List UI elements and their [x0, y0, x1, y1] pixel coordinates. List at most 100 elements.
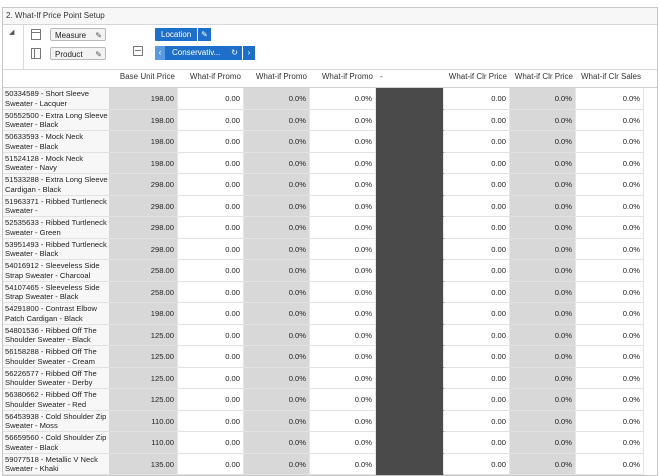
column-header[interactable]: What-if Clr Price [510, 69, 576, 87]
table-cell[interactable]: 0.00 [178, 453, 244, 475]
table-cell[interactable]: 0.00 [444, 238, 510, 260]
column-header[interactable]: What-if Clr Sales [576, 69, 644, 87]
table-cell[interactable]: 0.0% [510, 281, 576, 303]
table-cell[interactable]: 0.0% [310, 238, 376, 260]
table-cell[interactable]: 0.0% [510, 453, 576, 475]
table-cell[interactable]: 0.00 [444, 88, 510, 110]
table-cell[interactable]: 0.00 [178, 238, 244, 260]
measure-pill[interactable]: Measure ✎ [50, 28, 106, 41]
table-cell[interactable]: 0.00 [444, 131, 510, 153]
table-cell[interactable]: 0.0% [576, 109, 644, 131]
row-label[interactable]: 50633593 - Mock Neck Sweater - Black [3, 131, 109, 153]
table-cell[interactable]: 0.0% [244, 367, 310, 389]
table-cell[interactable]: 198.00 [109, 109, 178, 131]
column-header[interactable]: What-if Promo [178, 69, 244, 87]
table-cell[interactable]: 0.0% [310, 324, 376, 346]
table-cell[interactable] [376, 238, 444, 260]
table-cell[interactable]: 0.0% [576, 88, 644, 110]
row-label[interactable]: 54107465 - Sleeveless Side Strap Sweater… [3, 281, 109, 303]
filter-pill[interactable]: ‹ Conservativ... ↻ › [155, 46, 255, 60]
table-cell[interactable]: 198.00 [109, 152, 178, 174]
table-cell[interactable]: 258.00 [109, 281, 178, 303]
row-label[interactable]: 56226577 - Ribbed Off The Shoulder Sweat… [3, 367, 109, 389]
table-cell[interactable]: 125.00 [109, 389, 178, 411]
table-cell[interactable]: 0.0% [576, 260, 644, 282]
table-cell[interactable]: 0.0% [576, 131, 644, 153]
table-cell[interactable]: 198.00 [109, 303, 178, 325]
chevron-right-icon[interactable]: › [243, 46, 255, 60]
table-cell[interactable]: 125.00 [109, 324, 178, 346]
table-cell[interactable]: 0.0% [244, 260, 310, 282]
table-cell[interactable]: 125.00 [109, 367, 178, 389]
table-cell[interactable]: 0.0% [576, 389, 644, 411]
table-cell[interactable]: 0.0% [244, 88, 310, 110]
table-cell[interactable]: 0.0% [244, 324, 310, 346]
row-label[interactable]: 53951493 - Ribbed Turtleneck Sweater - B… [3, 238, 109, 260]
table-cell[interactable]: 0.00 [178, 88, 244, 110]
row-label[interactable]: 56380662 - Ribbed Off The Shoulder Sweat… [3, 389, 109, 411]
pencil-icon[interactable]: ✎ [197, 28, 211, 41]
row-label[interactable]: 50552500 - Extra Long Sleeve Sweater - B… [3, 109, 109, 131]
row-label[interactable]: 51524128 - Mock Neck Sweater - Navy [3, 152, 109, 174]
table-cell[interactable]: 0.00 [178, 410, 244, 432]
table-cell[interactable]: 0.0% [244, 238, 310, 260]
table-cell[interactable]: 0.00 [444, 453, 510, 475]
table-cell[interactable]: 0.0% [244, 174, 310, 196]
column-header[interactable]: What-if Promo [310, 69, 376, 87]
table-cell[interactable]: 258.00 [109, 260, 178, 282]
table-cell[interactable] [376, 217, 444, 239]
table-cell[interactable]: 0.00 [178, 174, 244, 196]
column-header[interactable]: What-if Promo [244, 69, 310, 87]
table-cell[interactable]: 0.00 [178, 195, 244, 217]
table-cell[interactable]: 125.00 [109, 346, 178, 368]
table-cell[interactable]: 0.0% [244, 389, 310, 411]
table-cell[interactable]: 0.0% [310, 346, 376, 368]
table-cell[interactable]: 0.0% [244, 152, 310, 174]
row-label[interactable]: 56453938 - Cold Shoulder Zip Sweater - M… [3, 410, 109, 432]
table-cell[interactable]: 0.0% [576, 410, 644, 432]
table-cell[interactable]: 0.00 [444, 367, 510, 389]
row-label[interactable]: 50334589 - Short Sleeve Sweater - Lacque… [3, 88, 109, 110]
table-cell[interactable] [376, 131, 444, 153]
table-cell[interactable]: 0.0% [310, 367, 376, 389]
table-cell[interactable]: 0.0% [576, 303, 644, 325]
table-cell[interactable]: 0.00 [178, 346, 244, 368]
table-cell[interactable] [376, 432, 444, 454]
table-cell[interactable]: 0.00 [444, 346, 510, 368]
table-cell[interactable]: 0.0% [244, 131, 310, 153]
column-header[interactable]: What-if Clr Price [444, 69, 510, 87]
table-cell[interactable] [376, 410, 444, 432]
table-cell[interactable]: 0.0% [310, 260, 376, 282]
table-cell[interactable] [376, 281, 444, 303]
row-label[interactable]: 56659560 - Cold Shoulder Zip Sweater - B… [3, 432, 109, 454]
table-cell[interactable]: 0.0% [244, 410, 310, 432]
table-cell[interactable]: 0.0% [510, 131, 576, 153]
table-cell[interactable] [376, 88, 444, 110]
table-cell[interactable]: 0.0% [576, 195, 644, 217]
table-cell[interactable]: 0.0% [244, 303, 310, 325]
table-cell[interactable]: 0.00 [178, 109, 244, 131]
table-cell[interactable]: 0.0% [244, 109, 310, 131]
chevron-left-icon[interactable]: ‹ [155, 46, 165, 60]
product-pill[interactable]: Product ✎ [50, 47, 106, 60]
table-cell[interactable]: 0.00 [444, 217, 510, 239]
table-cell[interactable]: 0.00 [444, 109, 510, 131]
table-cell[interactable]: 0.00 [178, 260, 244, 282]
table-cell[interactable]: 198.00 [109, 131, 178, 153]
table-cell[interactable]: 0.00 [178, 131, 244, 153]
table-cell[interactable]: 0.0% [576, 453, 644, 475]
table-cell[interactable]: 0.0% [510, 260, 576, 282]
table-cell[interactable] [376, 324, 444, 346]
table-cell[interactable]: 0.00 [178, 324, 244, 346]
table-cell[interactable] [376, 346, 444, 368]
table-cell[interactable] [376, 260, 444, 282]
table-cell[interactable] [376, 174, 444, 196]
table-cell[interactable]: 0.00 [444, 174, 510, 196]
selector-icon[interactable]: ↻ [231, 46, 238, 60]
table-cell[interactable]: 0.0% [310, 109, 376, 131]
table-cell[interactable]: 298.00 [109, 238, 178, 260]
table-cell[interactable]: 0.00 [444, 303, 510, 325]
table-cell[interactable]: 0.0% [310, 389, 376, 411]
table-cell[interactable]: 298.00 [109, 174, 178, 196]
table-cell[interactable]: 0.00 [444, 389, 510, 411]
